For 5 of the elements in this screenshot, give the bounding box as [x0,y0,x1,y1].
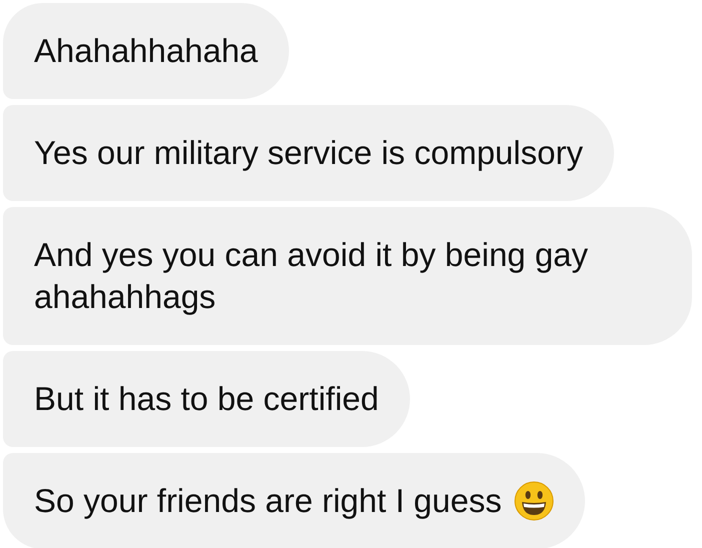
message-bubble: Yes our military service is compulsory [3,105,614,201]
message-bubble: So your friends are right I guess [3,453,585,548]
message-bubble: And yes you can avoid it by being gay ahahahhags [3,207,692,345]
message-bubble: Ahahahhahaha [3,3,289,99]
message-bubble: But it has to be certified [3,351,410,447]
